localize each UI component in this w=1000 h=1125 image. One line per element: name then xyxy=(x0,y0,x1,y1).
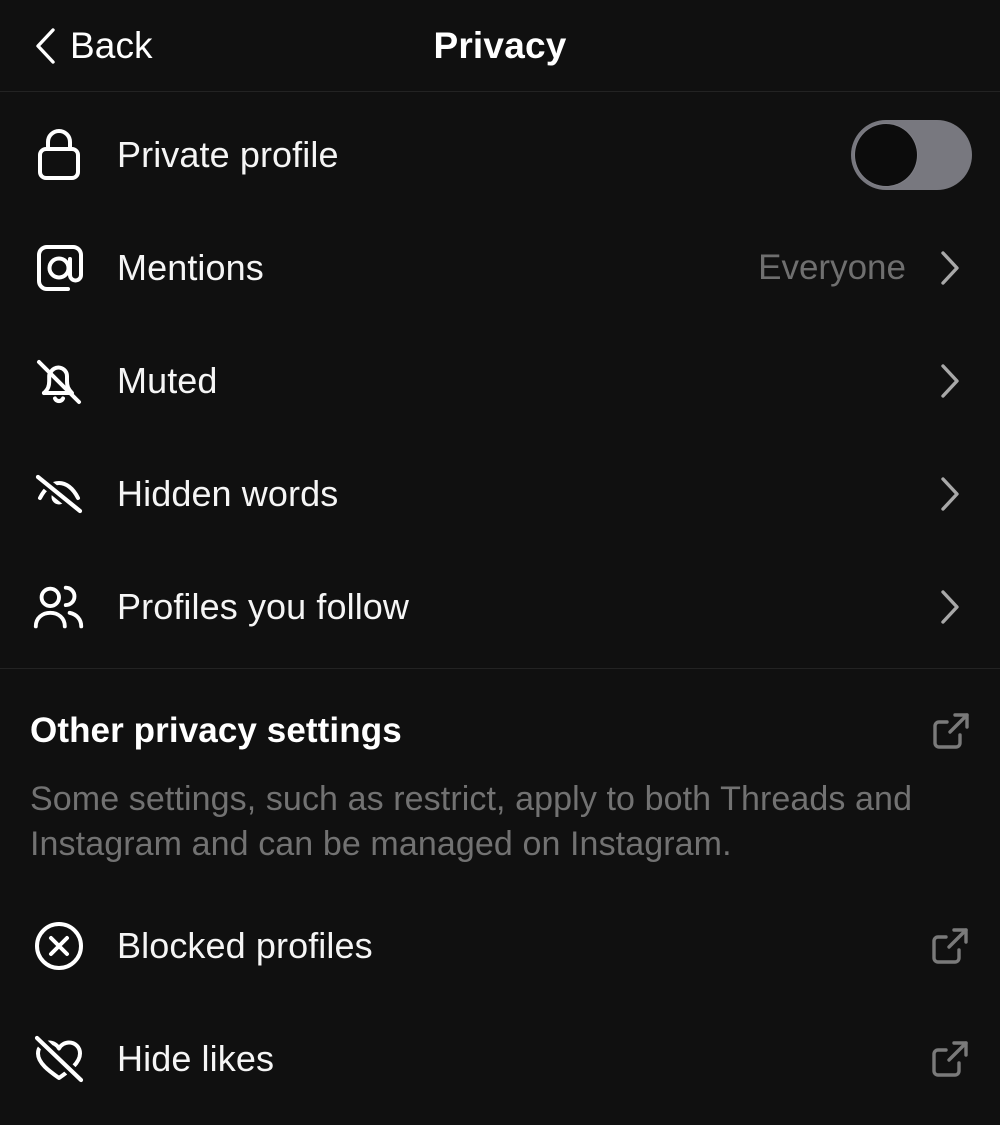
section-title: Other privacy settings xyxy=(30,711,402,750)
lock-icon xyxy=(30,127,88,183)
navigation-header: Back Privacy xyxy=(0,0,1000,92)
other-privacy-settings-group: Other privacy settings Some settings, su… xyxy=(0,669,1000,1115)
other-privacy-settings-header[interactable]: Other privacy settings xyxy=(0,677,1000,785)
back-button[interactable]: Back xyxy=(0,27,153,65)
setting-label: Muted xyxy=(117,359,218,401)
bell-slash-icon xyxy=(30,353,88,409)
circle-x-icon xyxy=(30,919,88,973)
setting-row-private-profile[interactable]: Private profile xyxy=(0,98,1000,211)
setting-label: Hidden words xyxy=(117,472,339,514)
setting-row-blocked-profiles[interactable]: Blocked profiles xyxy=(0,889,1000,1002)
setting-label: Private profile xyxy=(117,133,339,175)
setting-label: Profiles you follow xyxy=(117,585,410,627)
chevron-right-icon xyxy=(928,363,972,399)
heart-slash-icon xyxy=(30,1032,88,1085)
mentions-value: Everyone xyxy=(758,247,906,287)
chevron-right-icon xyxy=(928,476,972,512)
private-profile-toggle[interactable] xyxy=(851,119,972,190)
external-link-icon xyxy=(928,1038,972,1080)
eye-off-icon xyxy=(30,466,88,522)
at-sign-icon xyxy=(30,241,88,295)
setting-row-hidden-words[interactable]: Hidden words xyxy=(0,437,1000,550)
people-icon xyxy=(30,581,88,633)
setting-row-muted[interactable]: Muted xyxy=(0,324,1000,437)
external-link-icon xyxy=(930,710,972,752)
setting-label: Hide likes xyxy=(117,1037,275,1079)
setting-label: Mentions xyxy=(117,246,264,288)
privacy-settings-screen: Back Privacy Private profile Mentions Ev… xyxy=(0,0,1000,1125)
chevron-left-icon xyxy=(34,27,56,65)
section-description: Some settings, such as restrict, apply t… xyxy=(30,780,913,863)
external-link-icon xyxy=(928,925,972,967)
setting-row-mentions[interactable]: Mentions Everyone xyxy=(0,211,1000,324)
setting-label: Blocked profiles xyxy=(117,924,373,966)
privacy-settings-group: Private profile Mentions Everyone Muted … xyxy=(0,92,1000,669)
chevron-right-icon xyxy=(928,250,972,286)
toggle-knob xyxy=(855,123,917,186)
back-label: Back xyxy=(70,25,153,66)
setting-row-profiles-you-follow[interactable]: Profiles you follow xyxy=(0,550,1000,663)
setting-row-hide-likes[interactable]: Hide likes xyxy=(0,1002,1000,1115)
chevron-right-icon xyxy=(928,589,972,625)
